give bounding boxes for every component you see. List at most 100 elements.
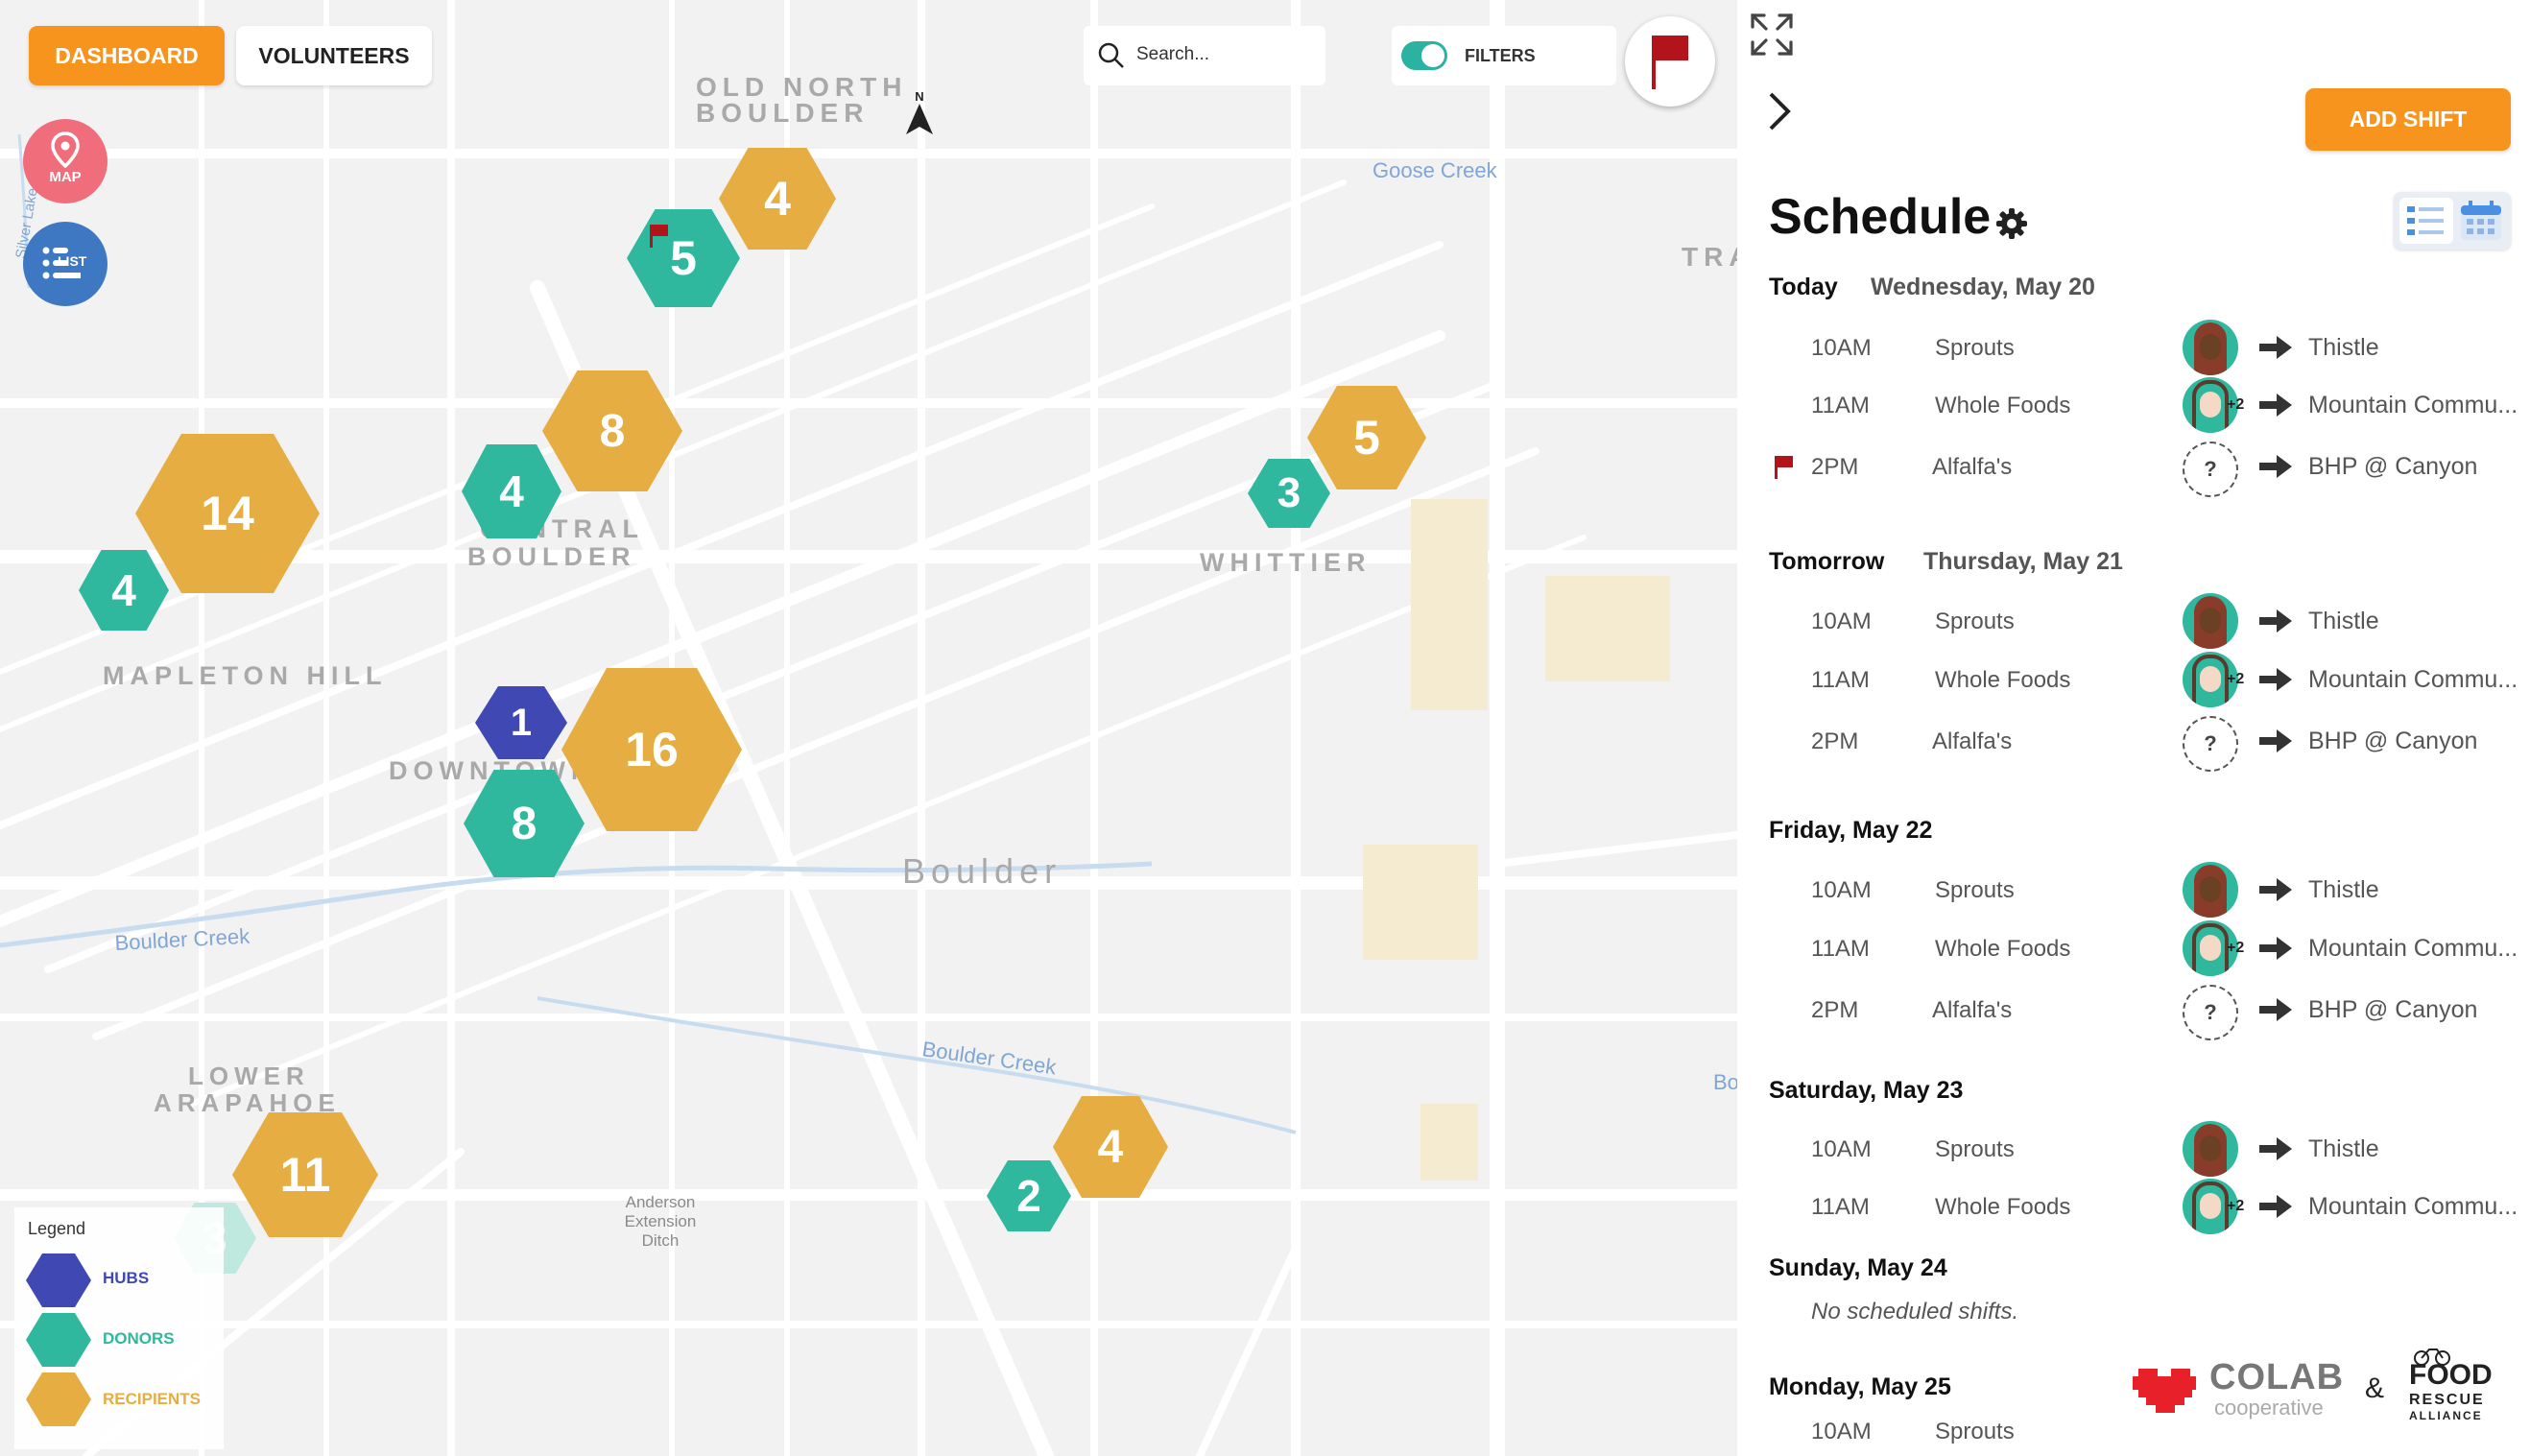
shift-donor[interactable]: Whole Foods [1935, 667, 2070, 694]
frc-logo-food: FOOD [2409, 1359, 2493, 1391]
shift-recipient[interactable]: Mountain Commu... [2308, 1193, 2518, 1221]
gear-icon[interactable] [1994, 206, 2029, 241]
shift-donor[interactable]: Alfalfa's [1932, 454, 2012, 481]
shift-time: 11AM [1811, 667, 1870, 693]
shift-recipient[interactable]: Mountain Commu... [2308, 666, 2518, 694]
arrow-right-icon [2259, 336, 2292, 359]
heart-logo-icon [2133, 1369, 2196, 1413]
map-label-anderson: Anderson [626, 1193, 696, 1211]
view-toggle[interactable] [2394, 192, 2511, 250]
frc-logo-rescue: RESCUE [2409, 1392, 2485, 1408]
shift-recipient[interactable]: Mountain Commu... [2308, 935, 2518, 963]
map-label-boulder-creek-east: Boulder Creek [920, 1037, 1059, 1079]
day-header-tomorrow: Tomorrow [1769, 548, 1885, 575]
filters-toggle[interactable] [1401, 41, 1447, 70]
map-label-ditch: Ditch [642, 1231, 680, 1250]
search-icon [1098, 42, 1124, 68]
shift-donor[interactable]: Sprouts [1935, 609, 2015, 635]
shift-donor[interactable]: Sprouts [1935, 335, 2015, 362]
unassigned-volunteer[interactable]: ? [2183, 716, 2238, 772]
shift-time: 10AM [1811, 609, 1872, 634]
calendar-icon[interactable] [2459, 200, 2503, 242]
extra-volunteers-count: +2 [2227, 671, 2245, 687]
map-button-label: MAP [49, 169, 82, 185]
shift-donor[interactable]: Sprouts [1935, 1419, 2015, 1445]
shift-time: 11AM [1811, 936, 1870, 962]
arrow-right-icon [2259, 1137, 2292, 1160]
hub-legend-label: HUBS [103, 1269, 150, 1287]
hub-legend-swatch [26, 1253, 91, 1307]
day-header: Saturday, May 23 [1769, 1077, 1964, 1104]
filters-control[interactable]: FILTERS [1392, 26, 1616, 85]
map-label-whittier: WHITTIER [1200, 548, 1371, 577]
shift-donor[interactable]: Sprouts [1935, 1136, 2015, 1163]
map-label-boulder: Boulder [902, 851, 1062, 891]
flag-filter-button[interactable] [1625, 16, 1715, 107]
map-label-boulder-north: BOULDER [696, 98, 869, 128]
flag-icon [1652, 36, 1688, 89]
schedule-title: Schedule [1769, 189, 1992, 245]
shift-donor[interactable]: Alfalfa's [1932, 997, 2012, 1024]
list-button-label: LIST [58, 253, 87, 269]
flag-icon [650, 225, 668, 248]
shift-time: 11AM [1811, 1194, 1870, 1220]
shift-time: 2PM [1811, 728, 1859, 754]
unassigned-volunteer[interactable]: ? [2183, 442, 2238, 497]
map-label-boulder-central: BOULDER [467, 542, 636, 571]
unassigned-volunteer[interactable]: ? [2183, 985, 2238, 1040]
shift-recipient[interactable]: Thistle [2308, 608, 2379, 635]
partner-logos: COLAB cooperative & FOOD RESCUE ALLIANCE [2125, 1344, 2530, 1456]
arrow-right-icon [2259, 1195, 2292, 1218]
list-view-button[interactable]: LIST [23, 222, 107, 306]
list-view-icon[interactable] [2399, 198, 2453, 244]
shift-recipient[interactable]: BHP @ Canyon [2308, 453, 2477, 481]
shift-donor[interactable]: Alfalfa's [1932, 728, 2012, 755]
shift-donor[interactable]: Whole Foods [1935, 936, 2070, 963]
day-header: Monday, May 25 [1769, 1373, 1951, 1400]
map-label-lower: LOWER [188, 1062, 310, 1090]
extra-volunteers-count: +2 [2227, 940, 2245, 956]
day-date: Thursday, May 21 [1923, 548, 2123, 575]
shift-donor[interactable]: Whole Foods [1935, 393, 2070, 419]
legend-title: Legend [28, 1219, 86, 1238]
day-header-today: Today [1769, 274, 1838, 300]
volunteer-avatar[interactable] [2183, 1121, 2238, 1177]
shift-donor[interactable]: Sprouts [1935, 877, 2015, 904]
donor-legend-label: DONORS [103, 1329, 175, 1348]
arrow-right-icon [2259, 937, 2292, 960]
recipient-legend-label: RECIPIENTS [103, 1390, 202, 1408]
expand-icon[interactable] [1749, 12, 1795, 58]
map-view[interactable]: OLD NORTH BOULDER TRA CENTRAL BOULDER WH… [0, 0, 1737, 1456]
volunteer-avatar[interactable] [2183, 320, 2238, 375]
shift-recipient[interactable]: BHP @ Canyon [2308, 728, 2477, 755]
filters-label: FILTERS [1465, 46, 1536, 65]
map-streets: OLD NORTH BOULDER TRA CENTRAL BOULDER WH… [0, 0, 1737, 1456]
volunteer-avatar[interactable] [2183, 862, 2238, 918]
north-label: N [915, 89, 923, 104]
shift-recipient[interactable]: BHP @ Canyon [2308, 996, 2477, 1024]
colab-logo-subtext: cooperative [2214, 1396, 2324, 1420]
shift-recipient[interactable]: Thistle [2308, 334, 2379, 362]
shift-recipient[interactable]: Mountain Commu... [2308, 392, 2518, 419]
extra-volunteers-count: +2 [2227, 1198, 2245, 1214]
chevron-right-icon[interactable] [1763, 88, 1796, 134]
dashboard-tab[interactable]: DASHBOARD [29, 26, 225, 85]
shift-recipient[interactable]: Thistle [2308, 1135, 2379, 1163]
recipient-legend-swatch [26, 1372, 91, 1426]
volunteers-tab[interactable]: VOLUNTEERS [236, 26, 432, 85]
search-placeholder: Search... [1136, 44, 1210, 64]
map-label-goose-creek: Goose Creek [1372, 158, 1498, 182]
add-shift-button[interactable]: ADD SHIFT [2305, 88, 2511, 151]
shift-recipient[interactable]: Thistle [2308, 876, 2379, 904]
day-date: Wednesday, May 20 [1871, 274, 2095, 300]
search-box[interactable]: Search... [1084, 26, 1325, 85]
shift-donor[interactable]: Whole Foods [1935, 1194, 2070, 1221]
colab-logo-text: COLAB [2209, 1357, 2345, 1397]
volunteer-avatar[interactable] [2183, 593, 2238, 649]
day-header: Friday, May 22 [1769, 817, 1933, 844]
shift-time: 2PM [1811, 454, 1859, 480]
arrow-right-icon [2259, 455, 2292, 478]
extra-volunteers-count: +2 [2227, 396, 2245, 413]
shift-time: 2PM [1811, 997, 1859, 1023]
map-view-button[interactable]: MAP [23, 119, 107, 203]
